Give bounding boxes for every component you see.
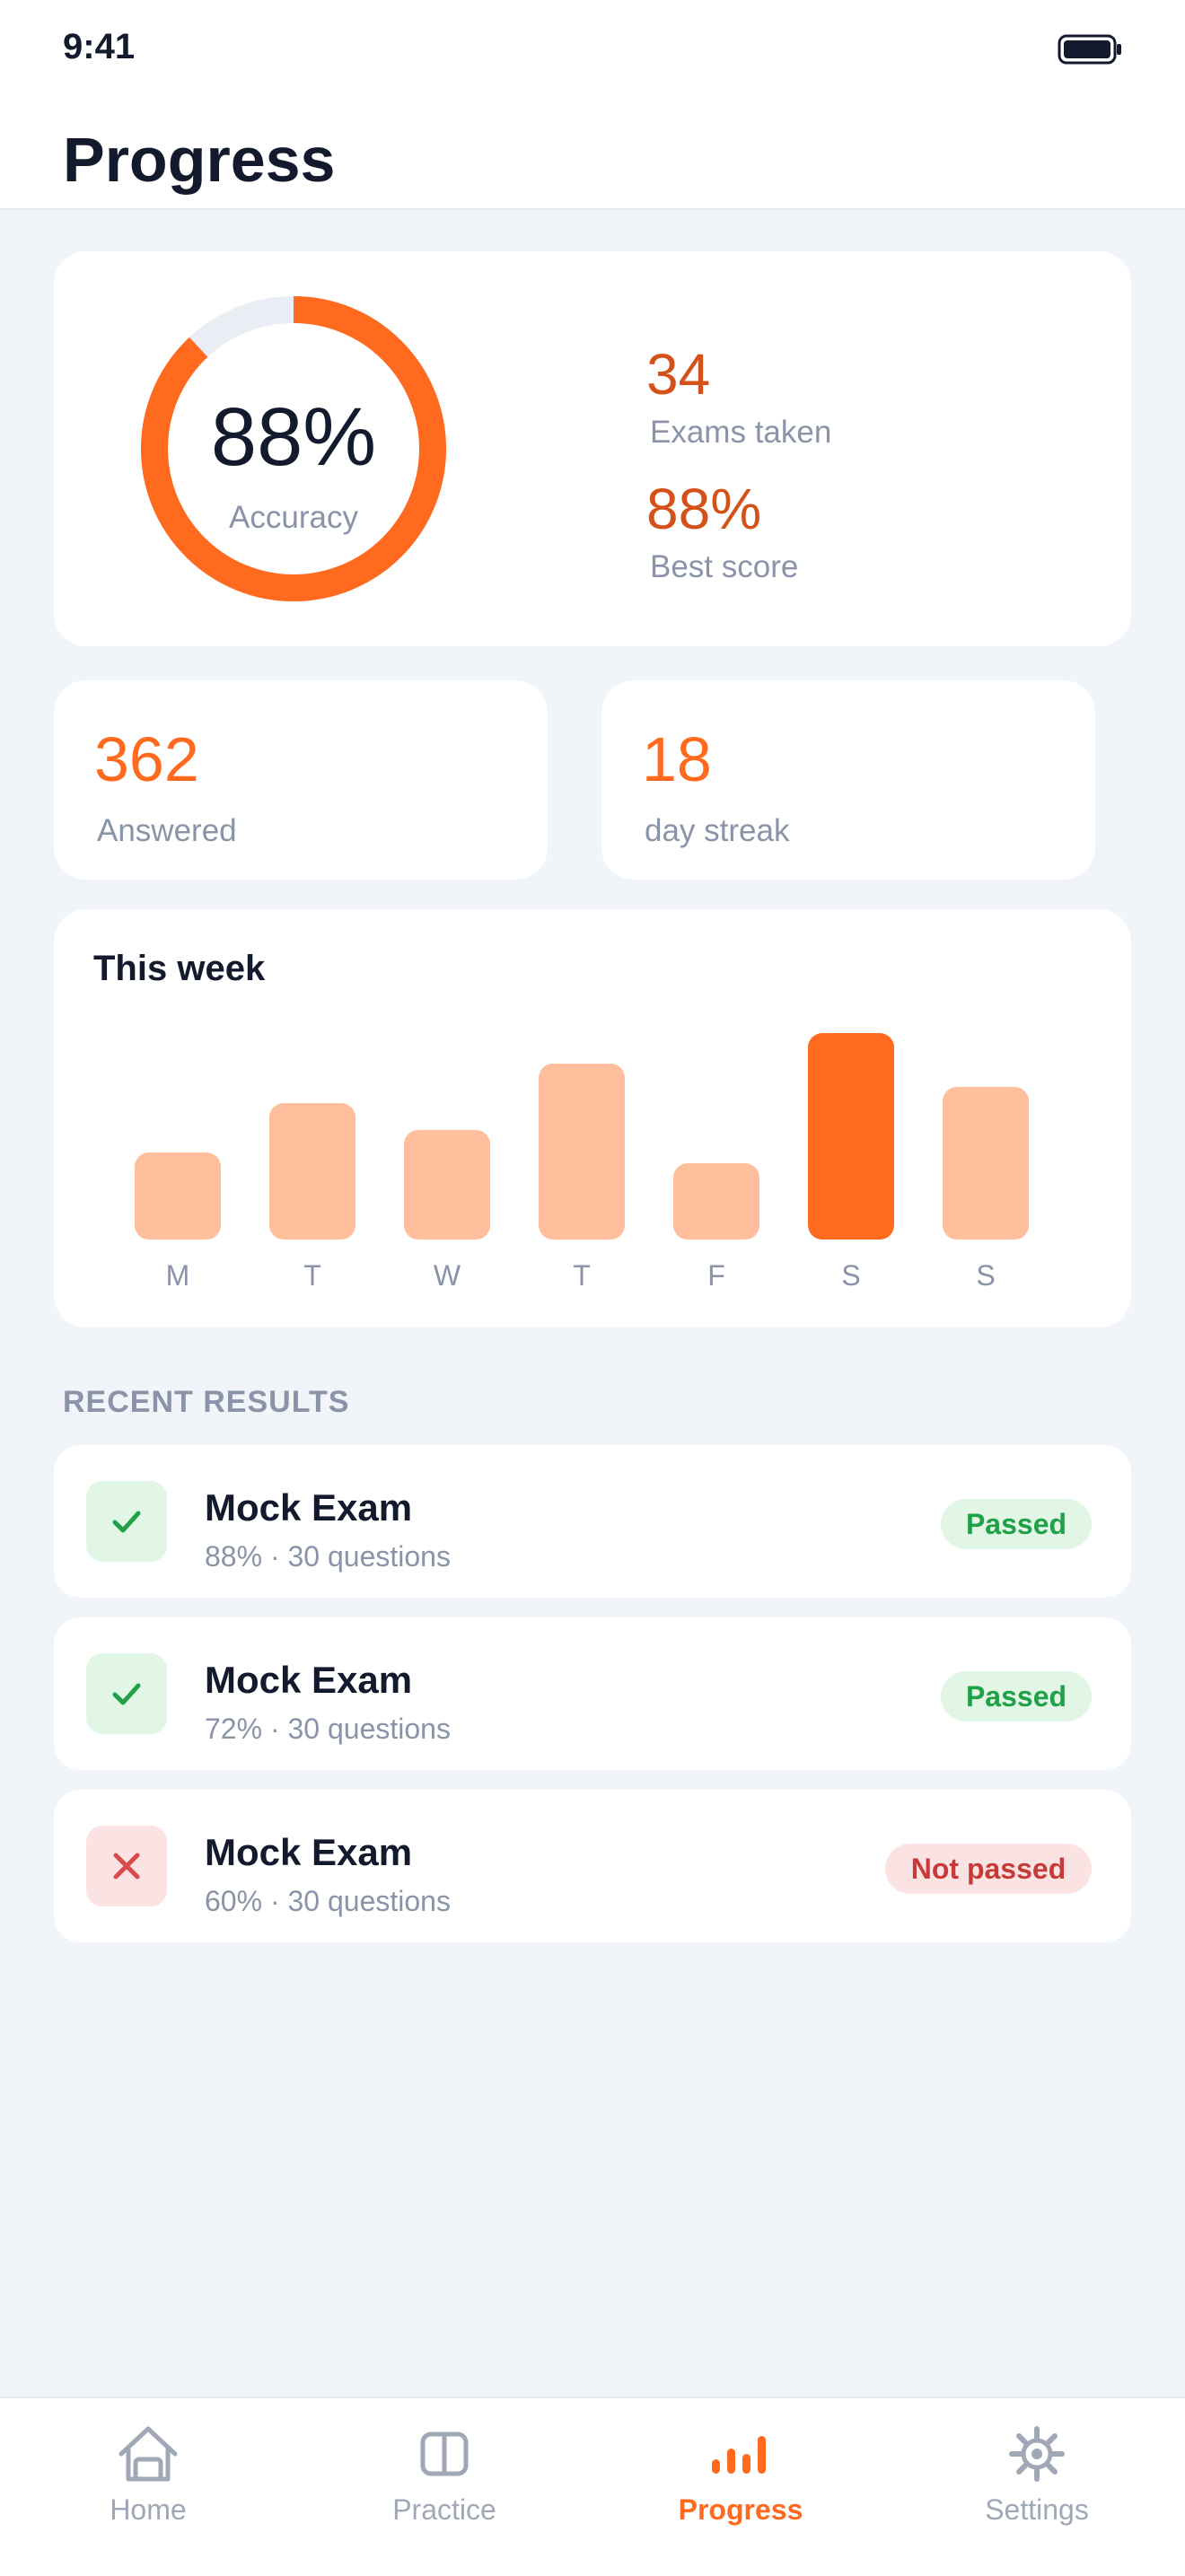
answered-card: 362 Answered: [54, 680, 548, 880]
status-bar: 9:41: [0, 0, 1185, 99]
result-subtitle: 60% · 30 questions: [205, 1885, 451, 1917]
week-day-label: W: [433, 1259, 461, 1292]
week-bar: [269, 1103, 356, 1240]
week-day-label: S: [841, 1259, 861, 1292]
tab-home[interactable]: Home: [0, 2398, 296, 2576]
page-title: Progress: [63, 125, 336, 195]
streak-label: day streak: [645, 813, 790, 848]
result-subtitle: 88% · 30 questions: [205, 1540, 451, 1573]
tab-progress-label: Progress: [678, 2493, 803, 2526]
header: Progress: [0, 99, 1185, 210]
status-time: 9:41: [63, 27, 136, 66]
status-badge: Passed: [941, 1499, 1092, 1549]
gear-icon: [1009, 2426, 1065, 2482]
book-icon: [420, 2431, 469, 2476]
week-bar: [673, 1163, 759, 1240]
battery-icon: [1058, 34, 1121, 65]
result-title: Mock Exam: [205, 1659, 413, 1701]
overview-card: 88% Accuracy 34 Exams taken 88% Best sco…: [54, 251, 1131, 646]
answered-label: Answered: [97, 813, 237, 848]
tab-practice-label: Practice: [392, 2493, 496, 2526]
cross-icon: [86, 1826, 167, 1906]
weekly-activity-title: This week: [93, 949, 266, 988]
week-bar: [808, 1033, 894, 1240]
result-item[interactable]: Mock Exam 60% · 30 questions Not passed: [54, 1790, 1131, 1942]
tab-settings[interactable]: Settings: [889, 2398, 1185, 2576]
check-icon: [86, 1481, 167, 1562]
status-badge: Not passed: [885, 1844, 1092, 1894]
tab-home-label: Home: [110, 2493, 187, 2526]
streak-value: 18: [642, 724, 712, 794]
week-bar: [404, 1130, 490, 1240]
week-day-label: S: [976, 1259, 996, 1292]
week-day-label: M: [165, 1259, 190, 1292]
check-icon: [86, 1653, 167, 1734]
best-score-value: 88%: [646, 477, 762, 541]
week-day-label: F: [707, 1259, 725, 1292]
tab-practice[interactable]: Practice: [296, 2398, 592, 2576]
streak-card: 18 day streak: [601, 680, 1095, 880]
result-subtitle: 72% · 30 questions: [205, 1713, 451, 1745]
exams-taken-value: 34: [646, 342, 711, 407]
result-item[interactable]: Mock Exam 72% · 30 questions Passed: [54, 1617, 1131, 1770]
week-bar: [943, 1087, 1029, 1240]
status-badge: Passed: [941, 1671, 1092, 1722]
week-day-label: T: [303, 1259, 321, 1292]
accuracy-ring: 88% Accuracy: [136, 292, 451, 606]
exams-taken-label: Exams taken: [650, 415, 832, 450]
tab-progress[interactable]: Progress: [592, 2398, 889, 2576]
week-bar: [135, 1152, 221, 1240]
week-bar: [539, 1064, 625, 1240]
weekly-activity-card: This week M T W T F S S: [54, 909, 1131, 1327]
tab-bar: Home Practice Progress Settings: [0, 2396, 1185, 2576]
accuracy-value: 88%: [210, 391, 377, 483]
tab-settings-label: Settings: [985, 2493, 1089, 2526]
result-item[interactable]: Mock Exam 88% · 30 questions Passed: [54, 1445, 1131, 1598]
accuracy-label: Accuracy: [229, 500, 358, 535]
home-icon: [118, 2426, 178, 2482]
result-title: Mock Exam: [205, 1831, 413, 1873]
bar-chart-icon: [712, 2436, 766, 2474]
result-title: Mock Exam: [205, 1486, 413, 1529]
recent-results-label: RECENT RESULTS: [63, 1385, 350, 1419]
answered-value: 362: [94, 724, 199, 794]
best-score-label: Best score: [650, 549, 799, 584]
week-day-label: T: [573, 1259, 591, 1292]
